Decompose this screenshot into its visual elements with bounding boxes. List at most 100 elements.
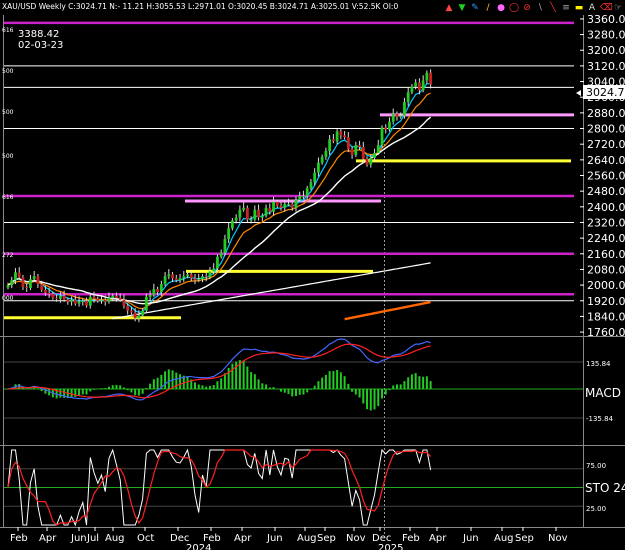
y-tick-label-9: 2640.00 (587, 154, 625, 167)
candle-body-29 (115, 295, 118, 298)
long-ma-orange (344, 300, 431, 321)
candle-body-14 (58, 295, 62, 299)
sto-tick-bottom: 25.00 (586, 505, 606, 513)
candle-body-39 (152, 289, 156, 295)
x-tick-label-1: Apr (39, 533, 57, 544)
macd-tick-top: 135.84 (586, 360, 611, 368)
candle-body-96 (365, 158, 369, 165)
candle-body-111 (421, 80, 425, 91)
candle-body-47 (182, 276, 186, 279)
stochastic-panel[interactable] (4, 448, 583, 527)
candle-body-34 (133, 312, 137, 319)
candle-body-2 (14, 272, 17, 281)
macd-panel[interactable] (4, 338, 583, 419)
candle-body-59 (227, 228, 231, 240)
candle-body-51 (197, 279, 201, 281)
candle-body-58 (223, 239, 227, 253)
candle-body-26 (103, 299, 107, 302)
candle-body-84 (320, 156, 324, 163)
candle-body-22 (88, 296, 92, 306)
candle-body-44 (171, 274, 174, 279)
x-tick-label-19: Nov (548, 533, 568, 544)
x-tick-label-4: Aug (105, 533, 125, 544)
candle-body-4 (21, 277, 25, 288)
candle-body-53 (204, 276, 208, 278)
price-axis[interactable]: 3360.003280.003200.003120.003040.002960.… (580, 13, 625, 339)
y-tick-label-12: 2400.00 (587, 201, 625, 214)
candle-body-83 (317, 162, 320, 173)
candle-body-57 (219, 252, 223, 257)
x-tick-label-17: Aug (494, 533, 514, 544)
candle-body-32 (126, 305, 130, 311)
x-year-label-0: 2024 (186, 543, 211, 550)
candle-body-106 (403, 102, 406, 116)
y-tick-label-18: 1920.00 (587, 295, 625, 308)
y-tick-label-8: 2720.00 (587, 138, 625, 151)
candle-body-12 (51, 293, 55, 298)
candle-body-92 (350, 149, 354, 155)
candle-body-88 (335, 131, 339, 142)
candle-body-94 (358, 145, 361, 148)
candle-body-46 (178, 278, 182, 281)
left-level-label-6: 000 (2, 295, 14, 302)
candle-body-19 (77, 301, 81, 304)
candle-body-82 (313, 172, 317, 183)
candle-body-21 (85, 300, 88, 306)
x-tick-label-11: Sep (317, 533, 336, 544)
x-tick-label-15: Apr (429, 533, 447, 544)
x-tick-label-3: Jul (86, 533, 99, 544)
candle-body-52 (201, 276, 204, 280)
candle-body-76 (290, 203, 294, 208)
candle-body-30 (118, 297, 122, 300)
macd-tick-bottom: -135.84 (586, 415, 614, 423)
candle-body-24 (96, 298, 100, 301)
candle-body-43 (167, 274, 171, 277)
candle-body-108 (410, 86, 414, 93)
candle-body-113 (429, 72, 433, 85)
candle-body-27 (107, 297, 111, 302)
time-axis[interactable]: Feb Apr Jun Jul Aug Oct Dec Feb Apr Jun Aug Sep Nov D… (10, 527, 568, 550)
left-level-label-4: 616 (2, 194, 14, 201)
candle-body-3 (17, 272, 21, 278)
candle-body-101 (384, 127, 388, 130)
candle-body-97 (369, 157, 373, 165)
candle-body-63 (242, 207, 246, 210)
candle-body-100 (380, 127, 384, 146)
candle-body-33 (130, 310, 133, 313)
candle-body-81 (309, 182, 313, 189)
candle-body-109 (414, 82, 418, 87)
candle-body-37 (144, 296, 148, 311)
candle-body-64 (245, 207, 249, 220)
x-year-label-1: 2025 (378, 543, 403, 550)
y-tick-label-13: 2320.00 (587, 216, 625, 229)
candle-body-87 (331, 139, 335, 142)
candle-body-85 (324, 151, 328, 157)
left-level-label-3: 500 (2, 153, 14, 160)
candle-body-16 (66, 299, 70, 302)
price-chart[interactable]: 3360.003280.003200.003120.003040.002960.… (0, 0, 625, 550)
candle-body-36 (141, 310, 145, 316)
candle-body-90 (343, 135, 346, 138)
candle-body-99 (376, 145, 380, 153)
candle-body-48 (186, 274, 189, 277)
candle-body-45 (174, 278, 178, 281)
candle-body-40 (156, 289, 159, 292)
y-tick-label-0: 3360.00 (587, 13, 625, 26)
candle-body-98 (373, 152, 376, 158)
y-tick-label-16: 2080.00 (587, 263, 625, 276)
candle-body-86 (328, 139, 332, 152)
y-tick-label-14: 2240.00 (587, 232, 625, 245)
candle-body-61 (234, 217, 238, 221)
candle-body-54 (208, 271, 212, 278)
left-level-label-0: 616 (2, 27, 14, 34)
candle-body-38 (148, 294, 152, 297)
y-tick-label-15: 2160.00 (587, 248, 625, 261)
x-tick-label-18: Sep (515, 533, 534, 544)
y-tick-label-3: 3120.00 (587, 60, 625, 73)
x-tick-label-8: Apr (234, 533, 252, 544)
candle-body-89 (339, 131, 343, 136)
candle-body-42 (163, 276, 167, 285)
candle-body-60 (231, 220, 234, 229)
x-tick-label-5: Oct (137, 533, 154, 544)
candle-body-6 (29, 279, 32, 289)
